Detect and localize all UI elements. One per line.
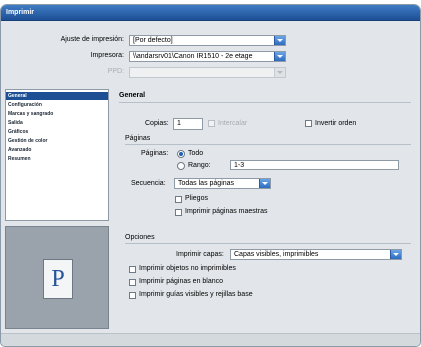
section-divider xyxy=(125,144,411,145)
chevron-down-icon xyxy=(274,68,285,77)
category-list: General Configuración Marcas y sangrado … xyxy=(5,89,109,221)
sidebar-item-marcas-sangrado[interactable]: Marcas y sangrado xyxy=(6,110,108,118)
guides-grids-label: Imprimir guías visibles y rejillas base xyxy=(139,291,253,298)
reverse-order-label: Invertir orden xyxy=(315,120,357,127)
printer-select[interactable]: \\andarsrv01\Canon IR1510 - 2e etage xyxy=(129,51,286,62)
nonprinting-objects-checkbox[interactable] xyxy=(129,266,136,273)
blank-pages-checkbox[interactable] xyxy=(129,279,136,286)
printer-label: Impresora: xyxy=(90,52,124,59)
guides-grids-checkbox[interactable] xyxy=(129,292,136,299)
spreads-label: Pliegos xyxy=(185,195,208,202)
blank-pages-label: Imprimir páginas en blanco xyxy=(139,278,224,285)
preset-label: Ajuste de impresión: xyxy=(60,36,124,43)
layers-label: Imprimir capas: xyxy=(176,251,224,258)
sidebar-item-graficos[interactable]: Gráficos xyxy=(6,128,108,136)
section-divider xyxy=(119,102,411,103)
print-dialog: Imprimir Ajuste de impresión: [Por defec… xyxy=(0,4,421,347)
pages-range-radio[interactable] xyxy=(177,162,185,170)
page-range-input[interactable]: 1-3 xyxy=(230,160,399,170)
page-icon: P xyxy=(43,259,73,299)
spreads-checkbox[interactable] xyxy=(175,196,182,203)
master-pages-checkbox[interactable] xyxy=(175,209,182,216)
collate-checkbox xyxy=(208,120,215,127)
copies-input[interactable]: 1 xyxy=(173,118,203,130)
title-bar: Imprimir xyxy=(1,5,420,21)
button-bar xyxy=(1,333,420,346)
collate-label: Intercalar xyxy=(218,120,248,127)
sidebar-item-avanzado[interactable]: Avanzado xyxy=(6,146,108,154)
page-letter: P xyxy=(51,266,65,292)
chevron-down-icon xyxy=(259,179,270,188)
copies-value: 1 xyxy=(177,120,181,127)
sidebar-item-general[interactable]: General xyxy=(6,92,108,100)
pages-all-label: Todo xyxy=(188,150,204,157)
ppd-label: PPD: xyxy=(107,68,124,75)
chevron-down-icon xyxy=(390,250,401,259)
pages-label: Páginas: xyxy=(141,150,169,157)
chevron-down-icon xyxy=(274,52,285,61)
sequence-value: Todas las páginas xyxy=(178,180,235,187)
page-range-value: 1-3 xyxy=(234,162,245,169)
print-layers-value: Capas visibles, imprimibles xyxy=(234,251,319,258)
pages-range-label: Rango: xyxy=(188,162,211,169)
print-preset-select[interactable]: [Por defecto] xyxy=(129,35,286,46)
options-heading: Opciones xyxy=(125,234,155,241)
sidebar-item-salida[interactable]: Salida xyxy=(6,119,108,127)
nonprinting-objects-label: Imprimir objetos no imprimibles xyxy=(139,265,236,272)
general-heading: General xyxy=(119,92,146,99)
print-layers-select[interactable]: Capas visibles, imprimibles xyxy=(230,249,402,260)
sidebar-item-resumen[interactable]: Resumen xyxy=(6,155,108,163)
chevron-down-icon xyxy=(274,36,285,45)
ppd-select xyxy=(129,67,286,78)
copies-label: Copias: xyxy=(145,120,169,127)
sidebar-item-configuracion[interactable]: Configuración xyxy=(6,101,108,109)
dialog-title: Imprimir xyxy=(6,9,35,16)
section-divider xyxy=(125,243,411,244)
master-pages-label: Imprimir páginas maestras xyxy=(185,208,268,215)
sidebar-item-gestion-color[interactable]: Gestión de color xyxy=(6,137,108,145)
page-preview: P xyxy=(5,226,109,329)
pages-heading: Páginas xyxy=(125,135,151,142)
reverse-order-checkbox[interactable] xyxy=(305,120,312,127)
pages-all-radio[interactable] xyxy=(177,150,185,158)
sequence-label: Secuencia: xyxy=(131,180,166,187)
sequence-select[interactable]: Todas las páginas xyxy=(174,178,271,189)
printer-value: \\andarsrv01\Canon IR1510 - 2e etage xyxy=(133,53,253,60)
print-preset-value: [Por defecto] xyxy=(133,37,173,44)
